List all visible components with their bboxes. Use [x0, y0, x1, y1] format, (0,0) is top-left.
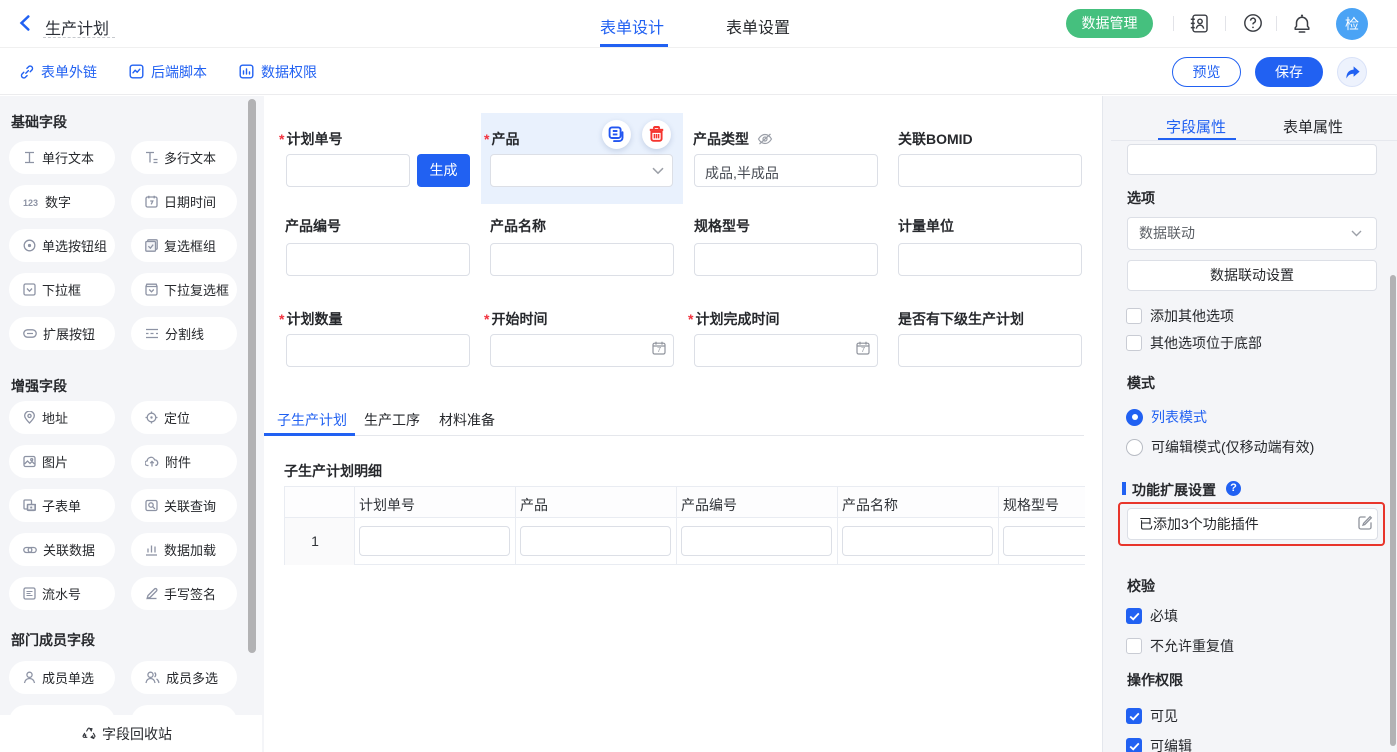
svg-text:7: 7	[657, 345, 661, 354]
svg-text:123: 123	[23, 198, 38, 207]
svg-text:7: 7	[861, 345, 865, 354]
